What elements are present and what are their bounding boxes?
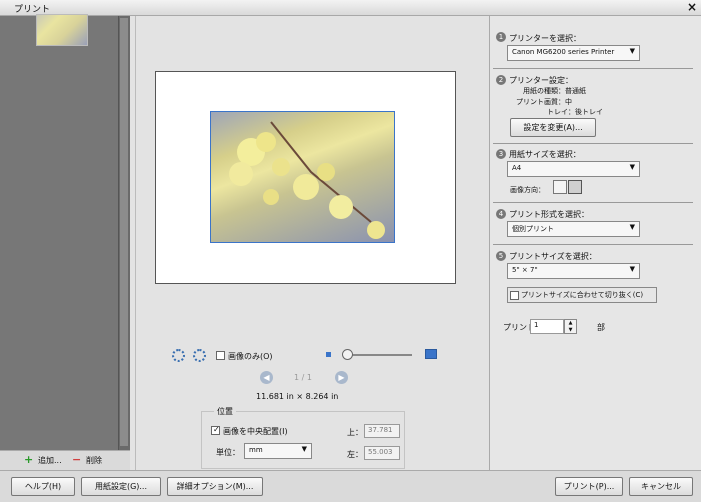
image-only-checkbox[interactable] xyxy=(216,351,225,360)
change-settings-button[interactable]: 設定を変更(A)... xyxy=(510,118,596,137)
chevron-down-icon: ▼ xyxy=(629,47,635,55)
photo-thumbnail[interactable] xyxy=(36,14,88,46)
print-button[interactable]: プリント(P)... xyxy=(555,477,623,496)
tray-text: トレイ：後トレイ xyxy=(547,108,603,116)
thumbnail-panel xyxy=(0,16,118,450)
unit-value: mm xyxy=(249,446,263,454)
unit-dropdown[interactable]: mm ▼ xyxy=(244,443,312,459)
zoom-out-icon[interactable] xyxy=(326,352,331,357)
zoom-slider[interactable] xyxy=(344,354,412,356)
zoom-slider-knob[interactable] xyxy=(342,349,353,360)
close-icon[interactable]: × xyxy=(685,0,699,14)
scrollbar-thumb[interactable] xyxy=(120,18,128,446)
center-image-label: 画像を中央配置(I) xyxy=(223,427,288,436)
chevron-down-icon: ▼ xyxy=(629,265,635,273)
rotate-left-icon[interactable] xyxy=(172,349,185,362)
page-setup-button[interactable]: 用紙設定(G)... xyxy=(81,477,161,496)
paper-size-text: 11.681 in × 8.264 in xyxy=(256,392,339,401)
chevron-down-icon: ▼ xyxy=(301,445,307,453)
left-label: 左： xyxy=(347,450,363,459)
step1-label: プリンターを選択： xyxy=(509,34,581,43)
portrait-icon[interactable] xyxy=(553,180,567,194)
thumbnail-footer xyxy=(0,450,130,470)
print-size-dropdown[interactable]: 5" × 7" ▼ xyxy=(507,263,640,279)
landscape-icon[interactable] xyxy=(568,180,582,194)
copies-unit: 部 xyxy=(597,323,605,332)
chevron-down-icon: ▼ xyxy=(629,223,635,231)
step2-badge: 2 xyxy=(496,75,506,85)
divider xyxy=(493,202,693,203)
step5-label: プリントサイズを選択： xyxy=(509,252,597,261)
copies-stepper[interactable]: ▲ ▼ xyxy=(564,319,577,334)
divider xyxy=(493,68,693,69)
paper-size-dropdown[interactable]: A4 ▼ xyxy=(507,161,640,177)
step4-label: プリント形式を選択： xyxy=(509,210,589,219)
zoom-in-icon[interactable] xyxy=(425,349,437,359)
remove-button[interactable]: 削除 xyxy=(86,455,102,466)
paper-type-text: 用紙の種類：普通紙 xyxy=(523,87,586,95)
print-type-dropdown[interactable]: 個別プリント ▼ xyxy=(507,221,640,237)
step3-badge: 3 xyxy=(496,149,506,159)
step5-badge: 5 xyxy=(496,251,506,261)
print-size-value: 5" × 7" xyxy=(512,266,538,274)
minus-icon[interactable]: − xyxy=(72,453,81,466)
copies-field[interactable]: 1 xyxy=(530,319,564,334)
step3-label: 用紙サイズを選択： xyxy=(509,150,581,159)
crop-label: プリントサイズに合わせて切り抜く(C) xyxy=(521,291,644,299)
paper-size-value: A4 xyxy=(512,164,522,172)
image-only-label: 画像のみ(O) xyxy=(228,352,273,361)
prev-page-icon[interactable]: ◀ xyxy=(260,371,273,384)
title-bar xyxy=(0,0,701,16)
printer-value: Canon MG6200 series Printer xyxy=(512,48,615,56)
printer-dropdown[interactable]: Canon MG6200 series Printer ▼ xyxy=(507,45,640,61)
divider xyxy=(493,244,693,245)
divider xyxy=(493,143,693,144)
left-field[interactable]: 55.003 xyxy=(364,446,400,460)
photo-flowers xyxy=(229,121,385,239)
plus-icon[interactable]: + xyxy=(24,453,33,466)
help-button[interactable]: ヘルプ(H) xyxy=(11,477,75,496)
next-page-icon[interactable]: ▶ xyxy=(335,371,348,384)
rotate-right-icon[interactable] xyxy=(193,349,206,362)
print-type-value: 個別プリント xyxy=(512,225,554,233)
more-options-button[interactable]: 詳細オプション(M)... xyxy=(167,477,263,496)
unit-label: 単位： xyxy=(216,448,240,457)
step4-badge: 4 xyxy=(496,209,506,219)
step1-badge: 1 xyxy=(496,32,506,42)
center-image-checkbox[interactable]: ✓ xyxy=(211,425,220,435)
top-field[interactable]: 37.781 xyxy=(364,424,400,438)
top-label: 上： xyxy=(347,428,363,437)
print-quality-text: プリント画質：中 xyxy=(516,98,572,106)
cancel-button[interactable]: キャンセル xyxy=(629,477,693,496)
chevron-down-icon: ▼ xyxy=(629,163,635,171)
photo-preview[interactable] xyxy=(210,111,395,243)
page-indicator: 1 / 1 xyxy=(294,373,312,382)
position-title: 位置 xyxy=(214,406,236,417)
step2-label: プリンター設定： xyxy=(509,76,573,85)
position-group xyxy=(201,411,405,469)
orientation-label: 画像方向： xyxy=(510,186,545,194)
add-button[interactable]: 追加... xyxy=(38,455,62,466)
